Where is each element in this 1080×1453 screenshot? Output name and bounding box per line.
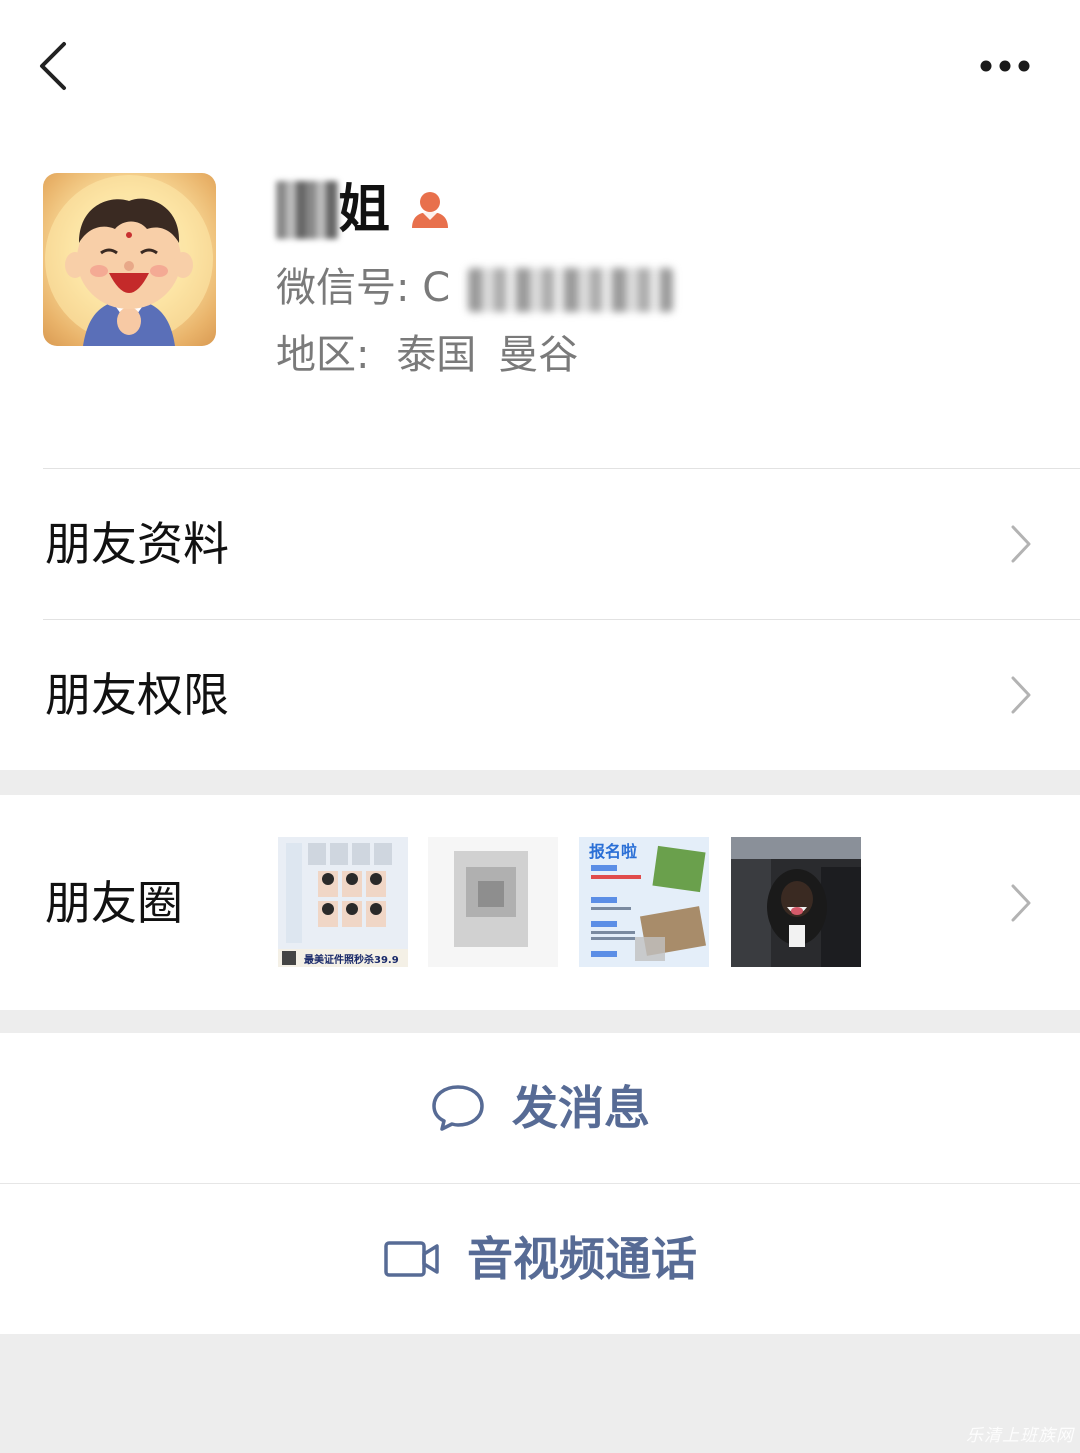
nickname: 姐 — [276, 178, 452, 242]
chevron-right-icon — [1011, 676, 1031, 714]
cartoon-boy-avatar-image — [45, 175, 213, 346]
menu-item-label: 朋友权限 — [45, 668, 229, 722]
menu-item-friend-permissions[interactable]: 朋友权限 — [0, 620, 1080, 770]
more-options-button[interactable] — [970, 48, 1042, 84]
profile-card: 姐 微信号: C 地区: 泰国 曼谷 朋友资料 朋友权限 — [0, 0, 1080, 770]
chevron-right-icon — [1011, 525, 1031, 563]
nickname-blurred-part — [276, 181, 338, 239]
female-user-icon — [408, 188, 452, 232]
moments-row[interactable]: 朋友圈 最美证件照秒杀39.9 报名啦 — [0, 795, 1080, 1010]
chevron-right-icon — [1011, 884, 1031, 921]
wechat-id-line: 微信号: C — [276, 263, 674, 313]
video-camera-icon — [384, 1241, 439, 1277]
watermark-text: 乐清上班族网 — [966, 1426, 1074, 1446]
contact-profile-page: 姐 微信号: C 地区: 泰国 曼谷 朋友资料 朋友权限 朋友圈 最美证件照秒杀… — [0, 0, 1080, 1453]
watermark: 乐清上班族网 — [958, 1398, 1078, 1450]
moments-label: 朋友圈 — [45, 875, 183, 930]
wechat-id-label: 微信号: — [276, 265, 423, 311]
back-button[interactable] — [28, 36, 84, 96]
moments-thumbnail: 最美证件照秒杀39.9 — [278, 837, 408, 967]
region-city: 曼谷 — [498, 332, 579, 378]
region-label: 地区: — [276, 332, 383, 378]
region-country: 泰国 — [396, 332, 477, 378]
moments-thumbnail — [731, 837, 861, 967]
send-message-button[interactable]: 发消息 — [0, 1033, 1080, 1183]
ellipsis-icon — [980, 60, 1030, 72]
menu-item-friend-info[interactable]: 朋友资料 — [0, 469, 1080, 619]
audio-video-call-button[interactable]: 音视频通话 — [0, 1184, 1080, 1334]
thumbnail-title-text: 报名啦 — [589, 842, 637, 861]
region-line: 地区: 泰国 曼谷 — [276, 330, 578, 380]
wechat-id-blurred-part — [468, 268, 674, 312]
moments-thumbnail: 报名啦 — [579, 837, 709, 967]
menu-item-label: 朋友资料 — [45, 517, 229, 571]
avatar[interactable] — [43, 173, 216, 346]
wechat-id-value[interactable]: C — [422, 265, 450, 311]
chat-bubble-icon — [432, 1085, 484, 1131]
thumbnail-price-text: 最美证件照秒杀39.9 — [304, 953, 399, 966]
send-message-label: 发消息 — [512, 1081, 650, 1135]
chevron-left-icon — [40, 42, 66, 90]
moments-thumbnail — [428, 837, 558, 967]
nickname-text: 姐 — [338, 180, 391, 240]
av-call-label: 音视频通话 — [467, 1232, 697, 1286]
